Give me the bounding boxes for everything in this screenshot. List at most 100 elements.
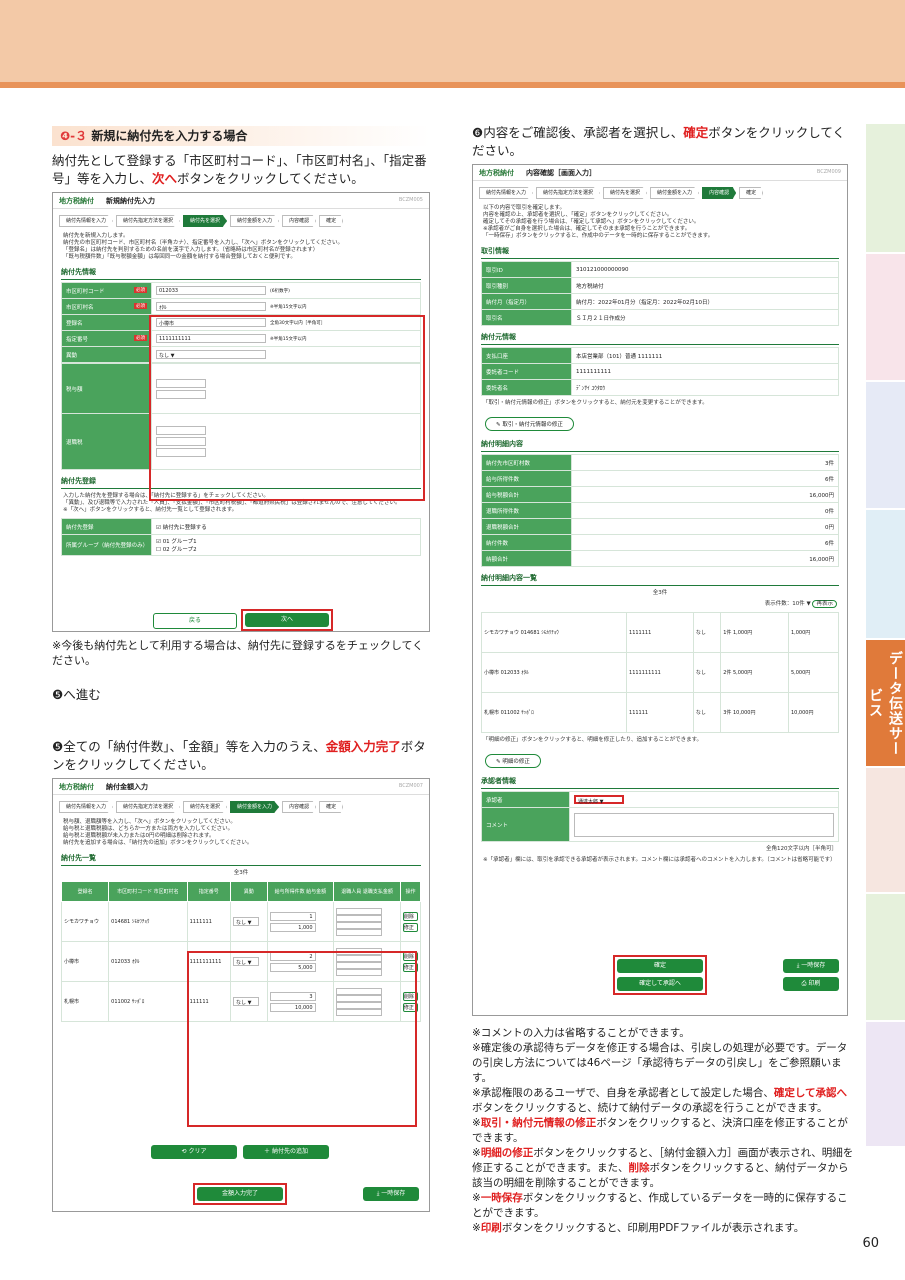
shot1-group-label: 所属グループ（納付先登録のみ） bbox=[61, 534, 152, 556]
amount-input[interactable]: 1,000 bbox=[269, 922, 316, 932]
shot1-highlight-next bbox=[241, 609, 333, 631]
count-input[interactable]: 1 bbox=[269, 911, 316, 921]
retire-input[interactable] bbox=[336, 921, 383, 929]
kv-label: 納付先市区町村数 bbox=[481, 454, 572, 471]
per-page-select[interactable]: 表示件数：10件 ▼ bbox=[765, 601, 811, 607]
shot1-group-1: 01 グループ1 bbox=[162, 539, 197, 545]
shot1-reg-check: 納付先に登録する bbox=[162, 524, 207, 531]
shot3-list-title: 納付明細内容一覧 bbox=[481, 573, 839, 586]
form-hint: (6桁数字) bbox=[270, 289, 290, 294]
kv-label: 取引ID bbox=[481, 261, 572, 278]
kv-row: 納付件数 6件 bbox=[481, 534, 839, 551]
shot3-highlight-confirm bbox=[613, 955, 707, 995]
form-row: 市区町村名 必須 ｵﾀﾙ ※半角15文字以内 bbox=[61, 298, 421, 315]
form-input[interactable]: 012033 bbox=[156, 286, 266, 295]
form-input[interactable]: ｵﾀﾙ bbox=[156, 302, 266, 311]
step-6: 確定 bbox=[739, 187, 764, 199]
form-row: 市区町村コード 必須 012033 (6桁数字) bbox=[61, 282, 421, 299]
approver-value: 通達太郎 bbox=[578, 799, 599, 805]
step-2: 納付先指定方法を選択 bbox=[536, 187, 601, 199]
section4-footnote: ※今後も納付先として利用する場合は、納付先に登録するをチェックしてください。 bbox=[52, 639, 424, 667]
delete-button[interactable]: 削除 bbox=[402, 911, 418, 921]
header-band bbox=[0, 0, 905, 82]
col-header: 退職人員 退職支払金額 bbox=[333, 881, 401, 902]
kv-value: 6件 bbox=[571, 470, 839, 487]
shot1-reg-check-cell[interactable]: ☑ 納付先に登録する bbox=[151, 518, 421, 535]
note-fragment: ※承認権限のあるユーザで、自身を承認者として設定した場合、 bbox=[472, 1087, 774, 1099]
shot3-sum-title: 納付明細内容 bbox=[481, 439, 839, 452]
detail-edit-button[interactable]: ✎ 明細の修正 bbox=[485, 754, 541, 768]
form-label-text: 異動 bbox=[66, 352, 78, 359]
back-button[interactable]: 戻る bbox=[153, 613, 237, 629]
clear-button[interactable]: ⟲ クリア bbox=[151, 1145, 237, 1159]
kv-value: 6件 bbox=[571, 534, 839, 551]
section4-heading: ❹-３ 新規に納付先を入力する場合 bbox=[52, 126, 430, 146]
kv-row: 委託者コード 1111111111 bbox=[481, 363, 839, 380]
intro-line: 給与税と退職税額が未入力または0円の明細は削除されます。 bbox=[63, 833, 215, 839]
section5-text-a: ❺全ての「納付件数」、「金額」等を入力のうえ、 bbox=[52, 739, 326, 754]
note-fragment: 印刷 bbox=[480, 1222, 502, 1234]
shot3-tx-table: 取引ID 310121000000090 取引種別 地方税納付 納付月（指定月） 納付月：… bbox=[481, 261, 839, 326]
section6-red: 確定 bbox=[683, 125, 709, 140]
comment-textarea[interactable] bbox=[574, 812, 834, 837]
form-label: 登録名 bbox=[61, 314, 152, 331]
step-1: 納付先情報を入力 bbox=[59, 215, 114, 227]
save-temp3-button[interactable]: ⤓ 一時保存 bbox=[783, 959, 839, 973]
kv-row: 納額合計 16,000円 bbox=[481, 550, 839, 567]
step-4: 納付金額を入力 bbox=[230, 215, 280, 227]
screenshot-confirm: 地方税納付 内容確認［画面入力］ BCZM009 納付先情報を入力 納付先指定方法を選… bbox=[472, 164, 848, 1016]
kv-row: 取引名 ＳＩ月２１日作成分 bbox=[481, 309, 839, 326]
shot2-count: 全3件 bbox=[233, 870, 249, 876]
clear-label: クリア bbox=[188, 1148, 207, 1155]
col-header: 登録名 bbox=[60, 881, 110, 902]
shot3-list-note: 「明細の修正」ボタンをクリックすると、明細を修正したり、追加することができます。 bbox=[483, 737, 703, 743]
reg-note-line: ※「次へ」ボタンをクリックすると、納付先一覧として登録されます。 bbox=[63, 507, 238, 513]
shot3-list-table: シモカワチョウ 014681 ｼﾓｶﾜﾁｮｳ 1111111 なし 1件 1,000円… bbox=[480, 612, 840, 733]
shot3-code: BCZM009 bbox=[816, 169, 841, 175]
section4-number: ❹-３ bbox=[60, 129, 88, 143]
list-cell: なし bbox=[692, 692, 722, 733]
section5-paragraph: ❺全ての「納付件数」、「金額」等を入力のうえ、金額入力完了ボタンをクリックしてく… bbox=[52, 738, 432, 774]
retire-input[interactable] bbox=[336, 907, 383, 915]
kv-label: 納額合計 bbox=[481, 550, 572, 567]
step-6: 確定 bbox=[319, 801, 344, 813]
shot1-group-cell[interactable]: ☑ 01 グループ1 ☐ 02 グループ2 bbox=[151, 534, 421, 556]
shot3-sum-table: 納付先市区町村数 3件 給与所得件数 6件 給与税額合計 16,000円 退職所得件数 0件退… bbox=[481, 454, 839, 567]
shot1-highlight-form bbox=[149, 315, 425, 501]
cell-amount: 1 1,000 bbox=[266, 901, 335, 942]
note-fragment: 取引・納付元情報の修正 bbox=[480, 1117, 597, 1129]
shot3-acc-title: 納付元情報 bbox=[481, 332, 839, 345]
col-header: 異動 bbox=[230, 881, 268, 902]
list-cell: 5,000円 bbox=[787, 652, 840, 693]
section4-paragraph: 納付先として登録する「市区町村コード」、「市区町村名」、「指定番号」等を入力し、… bbox=[52, 152, 432, 188]
cell-code: 014681 ｼﾓｶﾜﾁｮｳ bbox=[108, 901, 188, 942]
form-label: 異動 bbox=[61, 346, 152, 363]
step-1: 納付先情報を入力 bbox=[59, 801, 114, 813]
intro-line: 税与額、退職額等を入力し、「次へ」ボタンをクリックしてください。 bbox=[63, 819, 236, 825]
intro-line: 以下の内容で取引を確定します。 bbox=[483, 205, 565, 211]
print-button[interactable]: ⎙ 印刷 bbox=[783, 977, 839, 991]
shot3-intro: 以下の内容で取引を確定します。 内容を確認の上、承認者を選択し、「確定」ボタンをク… bbox=[483, 205, 837, 240]
retire-input[interactable] bbox=[336, 914, 383, 922]
edit-button[interactable]: 修正 bbox=[402, 922, 418, 932]
save-temp-button[interactable]: ⤓ 一時保存 bbox=[363, 1187, 419, 1201]
kv-label: 納付月（指定月） bbox=[481, 293, 572, 310]
add-payee-button[interactable]: ＋ 納付先の追加 bbox=[243, 1145, 329, 1159]
shot1-steps: 納付先情報を入力 納付先指定方法を選択 納付先を選択 納付金額を入力 内容確認 確定 bbox=[59, 215, 423, 227]
acc-edit-button[interactable]: ✎ 取引・納付元情報の修正 bbox=[485, 417, 574, 431]
cell-move: なし ▼ bbox=[230, 901, 268, 942]
kv-label: 退職税額合計 bbox=[481, 518, 572, 535]
approver-select[interactable]: 通達太郎 ▼ bbox=[574, 795, 624, 805]
note-fragment: ※ bbox=[472, 1192, 481, 1204]
note-fragment: ※ bbox=[472, 1222, 481, 1234]
list-cell: 1111111111 bbox=[626, 652, 694, 693]
redisplay-button[interactable]: 再表示 bbox=[812, 600, 837, 608]
move-select[interactable]: なし ▼ bbox=[233, 917, 259, 926]
required-badge: 必須 bbox=[134, 302, 147, 309]
print-label: 印刷 bbox=[808, 980, 821, 987]
kv-value: 納付月：2022年01月分（指定月：2022年02月10日） bbox=[571, 293, 839, 310]
col-header: 指定番号 bbox=[186, 881, 232, 902]
retire-input[interactable] bbox=[336, 928, 383, 936]
required-badge: 必須 bbox=[134, 286, 147, 293]
section6-text-a: ❻内容をご確認後、承認者を選択し、 bbox=[472, 125, 684, 140]
